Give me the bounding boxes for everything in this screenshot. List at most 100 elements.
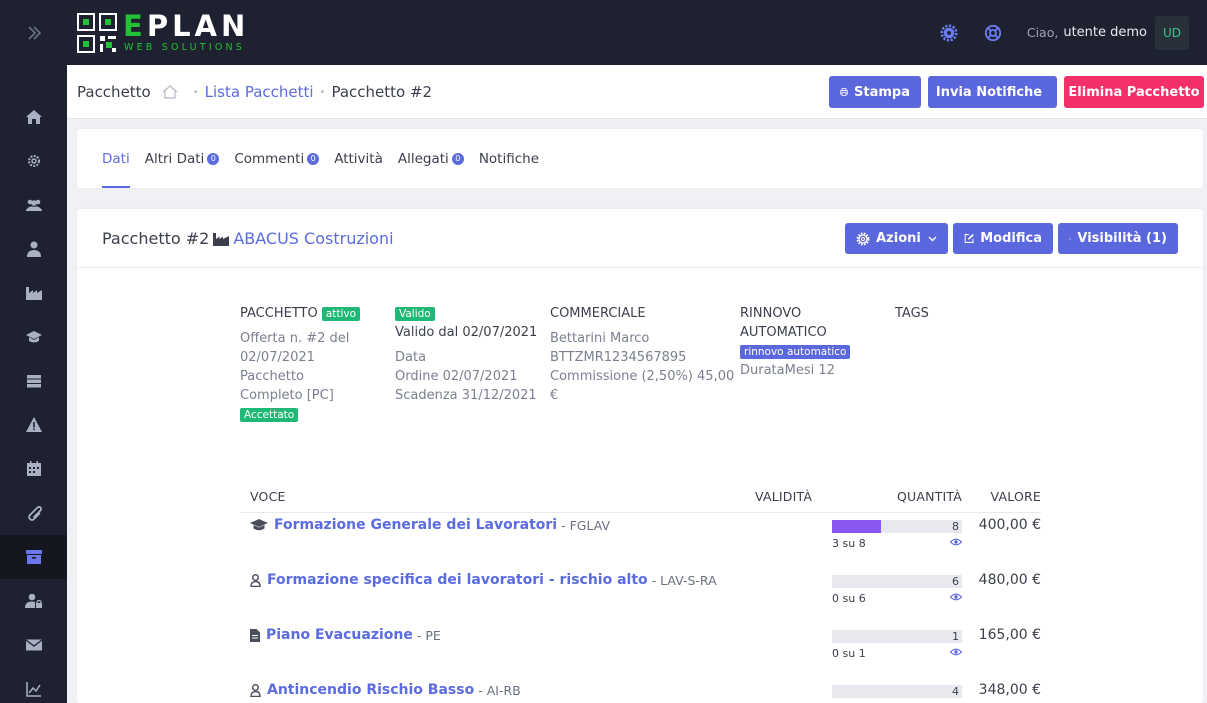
- info-label: TAGS: [895, 306, 929, 321]
- sidebar-item-calendar[interactable]: [0, 447, 67, 491]
- send-notifications-button[interactable]: Invia Notifiche: [928, 76, 1057, 108]
- quantity-bar: 6: [832, 575, 962, 588]
- column-header: QUANTITÀ: [897, 489, 963, 504]
- print-button[interactable]: Stampa: [829, 76, 921, 108]
- item-link[interactable]: Formazione Generale dei Lavoratori: [274, 517, 557, 533]
- tabs-card: Dati Altri Dati 0 Commenti 0 Attività Alle…: [77, 129, 1203, 188]
- industry-icon: [213, 232, 230, 246]
- item-link[interactable]: Formazione specifica dei lavoratori - ri…: [267, 572, 648, 588]
- offer-text: Offerta n. #2 del: [240, 331, 350, 346]
- tab-dati[interactable]: Dati: [102, 129, 130, 188]
- sidebar-item-settings[interactable]: [0, 139, 67, 183]
- tab-attivita[interactable]: Attività: [334, 129, 383, 188]
- logo[interactable]: EPLAN WEB SOLUTIONS: [77, 11, 253, 55]
- column-header: VALIDITÀ: [755, 489, 813, 504]
- tab-notifiche[interactable]: Notifiche: [479, 129, 539, 188]
- sidebar-item-users[interactable]: [0, 183, 67, 227]
- item-code: - AI-RB: [478, 682, 521, 698]
- edit-button[interactable]: Modifica: [953, 223, 1053, 254]
- username[interactable]: utente demo: [1063, 25, 1147, 40]
- usage-text: 0 su 1: [832, 647, 866, 660]
- eye-icon[interactable]: [950, 538, 962, 546]
- paperclip-icon: [27, 506, 42, 521]
- visibility-label: Visibilità (1): [1077, 231, 1167, 246]
- tab-label: Altri Dati: [144, 150, 205, 167]
- sidebar-item-training[interactable]: [0, 315, 67, 359]
- package-type-code: Completo [PC]: [240, 388, 334, 403]
- count-badge: 0: [307, 152, 320, 165]
- sales-code: BTTZMR1234567895: [550, 350, 687, 365]
- quantity-bar-fill: [832, 520, 881, 533]
- info-commerciale: COMMERCIALE Bettarini Marco BTTZMR123456…: [550, 304, 740, 405]
- avatar[interactable]: UD: [1155, 15, 1189, 50]
- quantity-bar: 1: [832, 630, 962, 643]
- tab-label: Dati: [102, 150, 130, 167]
- company-link[interactable]: ABACUS Costruzioni: [233, 229, 393, 248]
- info-pacchetto: PACCHETTO attivo Offerta n. #2 del 02/07…: [240, 304, 380, 424]
- tab-label: Allegati: [397, 150, 449, 167]
- warning-icon: [25, 417, 42, 432]
- item-value: 400,00 €: [978, 517, 1041, 533]
- sidebar-item-packages[interactable]: [0, 535, 67, 579]
- valid-badge: Valido: [395, 307, 435, 321]
- table-row: Antincendio Rischio Basso - AI-RB 4 348,…: [240, 679, 1041, 703]
- tab-bar: Dati Altri Dati 0 Commenti 0 Attività Alle…: [102, 129, 554, 188]
- graduation-cap-icon: [250, 518, 268, 530]
- quantity-total: 4: [952, 685, 959, 698]
- sidebar-item-user[interactable]: [0, 227, 67, 271]
- home-icon: [25, 110, 42, 124]
- visibility-button[interactable]: Visibilità (1): [1058, 223, 1178, 254]
- sidebar-item-reports[interactable]: [0, 667, 67, 703]
- settings-gear-button[interactable]: [939, 23, 959, 43]
- item-value: 165,00 €: [978, 627, 1041, 643]
- sidebar-item-messages[interactable]: [0, 623, 67, 667]
- delete-package-button[interactable]: Elimina Pacchetto: [1064, 76, 1204, 108]
- sidebar-item-attachments[interactable]: [0, 491, 67, 535]
- info-tags: TAGS: [895, 304, 975, 323]
- quantity-total: 6: [952, 575, 959, 588]
- sidebar-item-home[interactable]: [0, 95, 67, 139]
- server-icon: [26, 375, 41, 388]
- card-title: Pacchetto #2 ABACUS Costruzioni: [102, 209, 394, 268]
- double-chevron-right-icon: [27, 25, 41, 40]
- card-header: Pacchetto #2 ABACUS Costruzioni Azioni M…: [77, 209, 1203, 268]
- support-button[interactable]: [983, 23, 1003, 43]
- info-label: PACCHETTO: [240, 306, 318, 321]
- item-code: - LAV-S-RA: [651, 572, 717, 588]
- home-outline-icon: [162, 85, 178, 99]
- tab-label: Commenti: [234, 150, 305, 167]
- quantity-bar: 8: [832, 520, 962, 533]
- sidebar-item-risks[interactable]: [0, 403, 67, 447]
- tab-altri-dati[interactable]: Altri Dati 0: [145, 129, 220, 188]
- eye-icon[interactable]: [950, 648, 962, 656]
- greeting-text: Ciao,: [1026, 25, 1059, 40]
- actions-dropdown-button[interactable]: Azioni: [845, 223, 948, 254]
- breadcrumb: Pacchetto • Lista Pacchetti • Pacchetto …: [77, 65, 432, 119]
- page-header: Pacchetto • Lista Pacchetti • Pacchetto …: [67, 65, 1207, 119]
- count-badge: 0: [207, 152, 220, 165]
- tab-allegati[interactable]: Allegati 0: [398, 129, 464, 188]
- sidebar-item-companies[interactable]: [0, 271, 67, 315]
- item-link[interactable]: Piano Evacuazione: [266, 627, 413, 643]
- item-link[interactable]: Antincendio Rischio Basso: [267, 682, 474, 698]
- eye-icon[interactable]: [950, 593, 962, 601]
- breadcrumb-home[interactable]: [162, 85, 178, 99]
- sidebar-item-servers[interactable]: [0, 359, 67, 403]
- renewal-badge: rinnovo automatico: [740, 345, 851, 359]
- table-row: Formazione Generale dei Lavoratori - FGL…: [240, 514, 1041, 569]
- breadcrumb-packages-link[interactable]: Lista Pacchetti: [205, 83, 314, 101]
- envelope-icon: [25, 639, 42, 651]
- quantity-bar: 4: [832, 685, 962, 698]
- settings-gear-icon: [940, 23, 958, 42]
- item-value: 348,00 €: [978, 682, 1041, 698]
- tab-commenti[interactable]: Commenti 0: [234, 129, 320, 188]
- sales-name: Bettarini Marco: [550, 331, 650, 346]
- offer-date: 02/07/2021: [240, 350, 315, 365]
- sidebar-toggle[interactable]: [0, 0, 67, 65]
- user-icon: [250, 573, 261, 587]
- info-label: COMMERCIALE: [550, 306, 646, 321]
- qr-logo-icon: [77, 13, 117, 53]
- breadcrumb-separator: •: [192, 86, 199, 98]
- table-row: Piano Evacuazione - PE 1 0 su 1 165,00 €: [240, 624, 1041, 679]
- sidebar-item-user-security[interactable]: [0, 579, 67, 623]
